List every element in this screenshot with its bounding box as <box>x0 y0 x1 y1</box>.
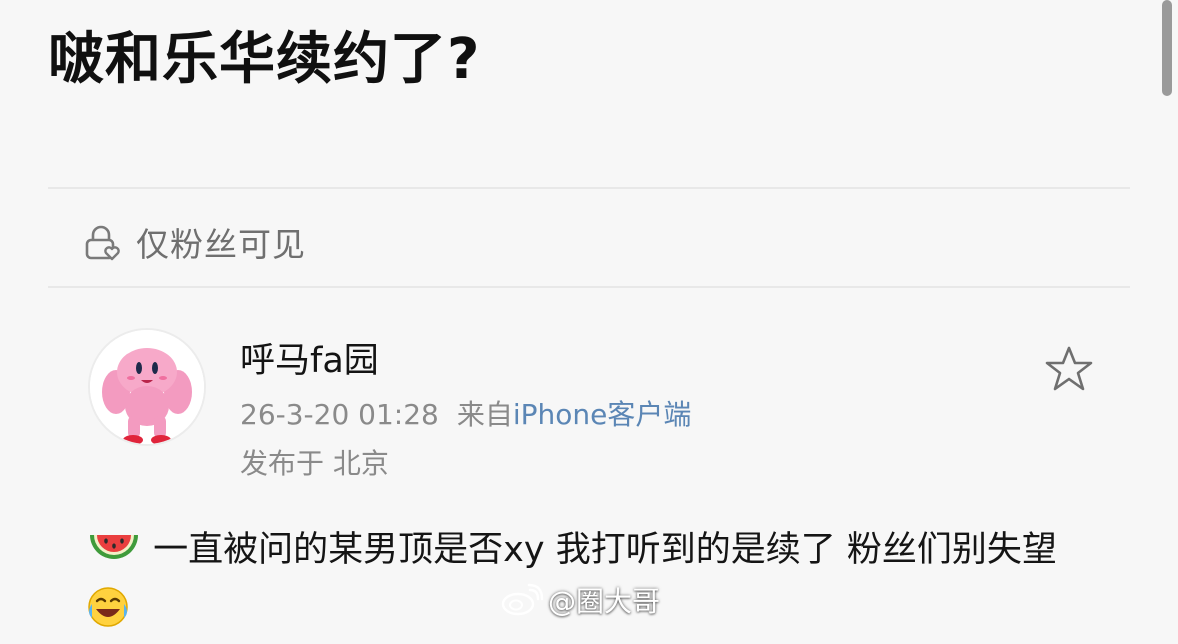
post-datetime: 26-3-20 01:28 <box>240 398 439 431</box>
post-location: 发布于 北京 <box>240 447 389 480</box>
pink-muscle-avatar-icon <box>90 330 204 444</box>
watermark-text: @圈大哥 <box>548 585 661 618</box>
visibility-row: 仅粉丝可见 <box>82 220 306 264</box>
scrollbar[interactable] <box>1162 0 1172 100</box>
star-outline-icon <box>1045 346 1093 391</box>
page-title: 啵和乐华续约了? <box>48 27 481 92</box>
divider-top <box>48 187 1130 189</box>
visibility-label: 仅粉丝可见 <box>136 225 306 264</box>
favorite-button[interactable] <box>1042 344 1096 394</box>
username[interactable]: 呼马fa园 <box>240 337 379 385</box>
divider-middle <box>48 286 1130 288</box>
post-source-client[interactable]: iPhone客户端 <box>513 398 692 431</box>
avatar[interactable] <box>88 328 206 446</box>
watermelon-icon <box>86 529 142 584</box>
post-meta: 26-3-20 01:28 来自iPhone客户端 <box>240 395 691 435</box>
watermark: @圈大哥 <box>500 578 660 622</box>
lock-heart-icon <box>82 222 122 262</box>
scrollbar-thumb[interactable] <box>1162 0 1172 96</box>
laugh-cry-emoji-icon <box>86 585 130 644</box>
post-content-text: 一直被问的某男顶是否xy 我打听到的是续了 粉丝们别失望 <box>153 530 1057 570</box>
post-source-prefix: 来自 <box>456 398 513 431</box>
weibo-logo-icon <box>501 583 544 616</box>
